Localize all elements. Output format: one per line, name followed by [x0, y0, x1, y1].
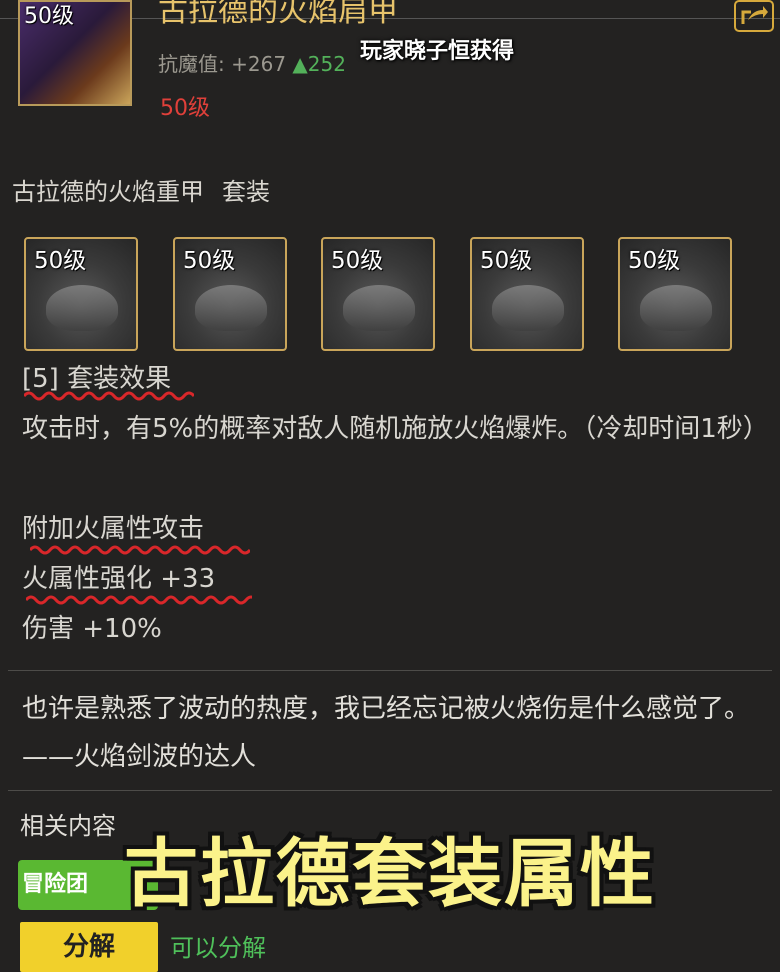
set-piece-belt[interactable]: 50级 [470, 237, 584, 351]
decompose-button[interactable]: 分解 [20, 922, 158, 972]
video-caption: 古拉德套装属性 [124, 831, 656, 917]
belt-icon [492, 285, 564, 331]
set-piece-level: 50级 [480, 248, 533, 274]
shoulder-armor-icon [343, 285, 415, 331]
chest-armor-icon [195, 285, 267, 331]
boots-icon [640, 285, 712, 331]
set-piece-level: 50级 [34, 248, 87, 274]
section-divider [8, 670, 772, 671]
red-underline [24, 391, 194, 401]
set-piece-level: 50级 [628, 248, 681, 274]
set-tag: 套装 [222, 178, 270, 206]
player-acquired-overlay: 玩家晓子恒获得 [360, 39, 515, 64]
set-piece-level: 50级 [183, 248, 236, 274]
item-name: 古拉德的火焰肩甲 [158, 0, 398, 29]
section-divider [8, 790, 772, 791]
helmet-icon [46, 285, 118, 331]
item-level-badge: 50级 [24, 4, 74, 29]
set-effect-description: 攻击时，有5%的概率对敌人随机施放火焰爆炸。（冷却时间1秒） [22, 414, 769, 444]
bonus-damage: 伤害 +10% [22, 614, 162, 644]
required-level: 50级 [160, 96, 210, 121]
set-title: 古拉德的火焰重甲 套装 [12, 172, 270, 207]
item-stat-line: 抗魔值: +267 ▲252 [158, 48, 346, 77]
set-piece-boots[interactable]: 50级 [618, 237, 732, 351]
share-icon[interactable] [734, 0, 774, 32]
set-name: 古拉德的火焰重甲 [12, 178, 204, 206]
stat-value: +267 [231, 52, 287, 76]
shoulder-armor-icon: 50级 [18, 0, 132, 106]
flavor-text: 也许是熟悉了波动的热度，我已经忘记被火烧伤是什么感觉了。 ——火焰剑波的达人 [22, 694, 751, 772]
set-piece-chest[interactable]: 50级 [173, 237, 287, 351]
decompose-note: 可以分解 [170, 934, 266, 962]
stat-diff: ▲252 [292, 52, 346, 76]
stat-label: 抗魔值: [158, 52, 225, 76]
set-piece-level: 50级 [331, 248, 384, 274]
set-piece-helmet[interactable]: 50级 [24, 237, 138, 351]
set-piece-shoulder[interactable]: 50级 [321, 237, 435, 351]
